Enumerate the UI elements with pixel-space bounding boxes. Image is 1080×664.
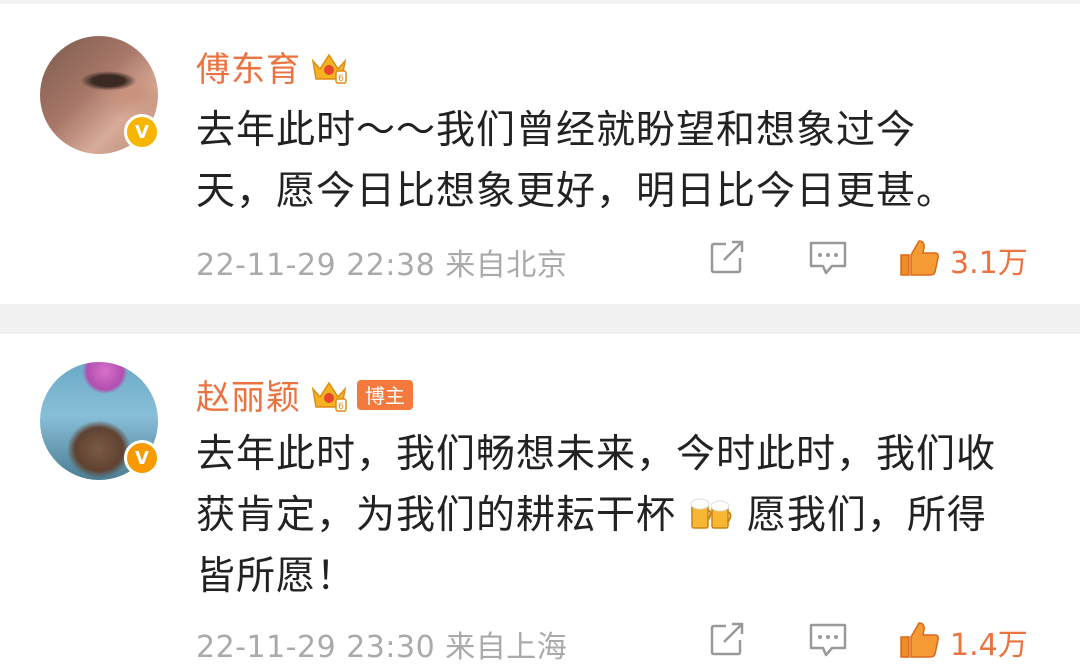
- verified-v-icon: V: [124, 440, 160, 476]
- share-button[interactable]: [708, 622, 746, 662]
- like-button[interactable]: 1.4万: [898, 620, 1028, 664]
- crown-vip-icon: 6: [309, 377, 349, 413]
- thumbs-up-icon: [898, 620, 942, 664]
- svg-text:6: 6: [338, 402, 344, 412]
- text-line: 皆所愿！: [196, 554, 357, 599]
- text-segment: 获肯定，为我们的耕耘干杯: [196, 493, 677, 538]
- comment-text: 去年此时，我们畅想未来，今时此时，我们收 获肯定，为我们的耕耘干杯 愿我们，所得…: [196, 424, 1046, 607]
- comment-icon: [808, 240, 848, 280]
- comment-item: V 傅东育 6 去年此时～～我们曾经就盼望和想象过今 天，愿今日比想象更好，明日…: [0, 4, 1080, 304]
- avatar-container[interactable]: V: [40, 36, 160, 154]
- thumbs-up-icon: [898, 238, 942, 282]
- timestamp-time: 22-11-29 23:30: [196, 630, 436, 664]
- comment-button[interactable]: [808, 622, 848, 662]
- username[interactable]: 傅东育: [196, 42, 301, 91]
- comment-separator: [0, 304, 1080, 334]
- share-button[interactable]: [708, 240, 746, 280]
- text-line: 天，愿今日比想象更好，明日比今日更甚。: [196, 169, 957, 214]
- comment-text: 去年此时～～我们曾经就盼望和想象过今 天，愿今日比想象更好，明日比今日更甚。: [196, 100, 1046, 222]
- avatar-container[interactable]: V: [40, 362, 160, 480]
- like-count: 3.1万: [950, 246, 1028, 281]
- comment-item: V 赵丽颖 6 博主 去年此时，我们畅想未来，今时此时，我们收 获肯定，为我们的…: [0, 334, 1080, 664]
- verified-v-icon: V: [124, 114, 160, 150]
- timestamp-location: 来自上海: [445, 630, 568, 664]
- meta-row: 22-11-29 22:38 来自北京 3.1万: [196, 238, 1046, 283]
- like-count: 1.4万: [950, 628, 1028, 663]
- svg-text:6: 6: [338, 74, 344, 84]
- username[interactable]: 赵丽颖: [196, 370, 301, 419]
- crown-vip-icon: 6: [309, 49, 349, 85]
- timestamp: 22-11-29 23:30 来自上海: [196, 622, 567, 664]
- comment-feed: V 傅东育 6 去年此时～～我们曾经就盼望和想象过今 天，愿今日比想象更好，明日…: [0, 0, 1080, 664]
- share-icon: [708, 622, 746, 662]
- timestamp-time: 22-11-29 22:38: [196, 248, 436, 283]
- comment-button[interactable]: [808, 240, 848, 280]
- name-row: 赵丽颖 6 博主: [196, 370, 413, 419]
- text-segment: 愿我们，所得: [746, 493, 987, 538]
- text-line: 去年此时，我们畅想未来，今时此时，我们收: [196, 432, 997, 477]
- comment-icon: [808, 622, 848, 662]
- share-icon: [708, 240, 746, 280]
- text-line: 去年此时～～我们曾经就盼望和想象过今: [196, 108, 917, 153]
- name-row: 傅东育 6: [196, 42, 349, 91]
- timestamp: 22-11-29 22:38 来自北京: [196, 240, 567, 284]
- text-line: 获肯定，为我们的耕耘干杯 愿我们，所得: [196, 485, 1046, 546]
- meta-row: 22-11-29 23:30 来自上海 1.4万: [196, 620, 1046, 664]
- beer-emoji-icon: [689, 489, 733, 529]
- timestamp-location: 来自北京: [445, 248, 568, 283]
- blogger-tag: 博主: [357, 379, 413, 410]
- like-button[interactable]: 3.1万: [898, 238, 1028, 282]
